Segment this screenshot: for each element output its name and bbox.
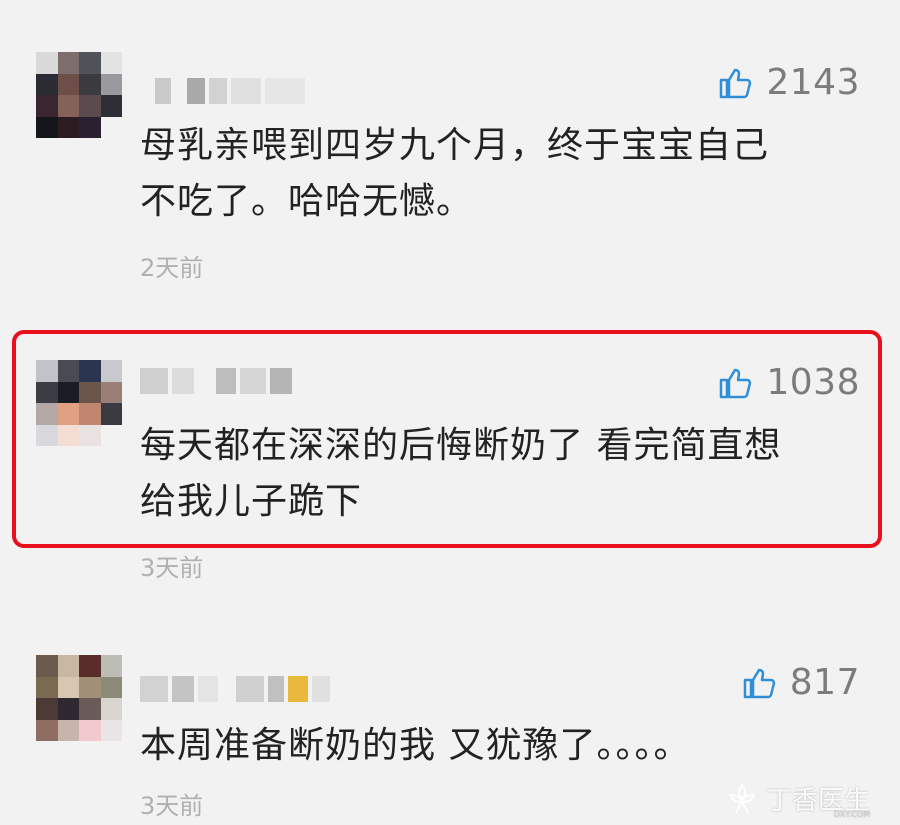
username-blurred[interactable] (140, 674, 330, 704)
comment-line: 母乳亲喂到四岁九个月，终于宝宝自己 (140, 125, 770, 166)
watermark-subtext: DXY.COM (833, 810, 870, 819)
flower-icon (728, 782, 756, 813)
comment-timestamp: 3天前 (140, 792, 204, 820)
thumbs-up-icon (720, 68, 752, 98)
comment-text: 每天都在深深的后悔断奶了 看完简直想 给我儿子跪下 (140, 418, 860, 530)
comment-line: 本周准备断奶的我 又犹豫了。。。。 (140, 725, 691, 766)
comment-line: 给我儿子跪下 (140, 481, 363, 522)
comment-text: 本周准备断奶的我 又犹豫了。。。。 (140, 718, 860, 774)
comment-line: 不吃了。哈哈无憾。 (140, 181, 474, 222)
username-blurred[interactable] (155, 76, 305, 106)
comment-line: 每天都在深深的后悔断奶了 看完简直想 (140, 425, 782, 466)
comment-text: 母乳亲喂到四岁九个月，终于宝宝自己 不吃了。哈哈无憾。 (140, 118, 860, 230)
avatar[interactable] (36, 52, 122, 138)
comment-timestamp: 2天前 (140, 254, 204, 282)
like-count: 817 (789, 662, 860, 703)
like-button[interactable]: 2143 (718, 62, 860, 103)
watermark-logo: 丁香医生 DXY.COM (724, 780, 870, 819)
avatar[interactable] (36, 360, 122, 446)
like-count: 2143 (766, 62, 860, 103)
thumbs-up-icon (720, 368, 752, 398)
like-button[interactable]: 817 (742, 662, 860, 703)
thumbs-up-icon (743, 668, 776, 698)
like-count: 1038 (766, 362, 860, 403)
comment-timestamp: 3天前 (140, 554, 204, 582)
username-blurred[interactable] (140, 366, 292, 396)
avatar[interactable] (36, 655, 122, 741)
like-button[interactable]: 1038 (718, 362, 860, 403)
